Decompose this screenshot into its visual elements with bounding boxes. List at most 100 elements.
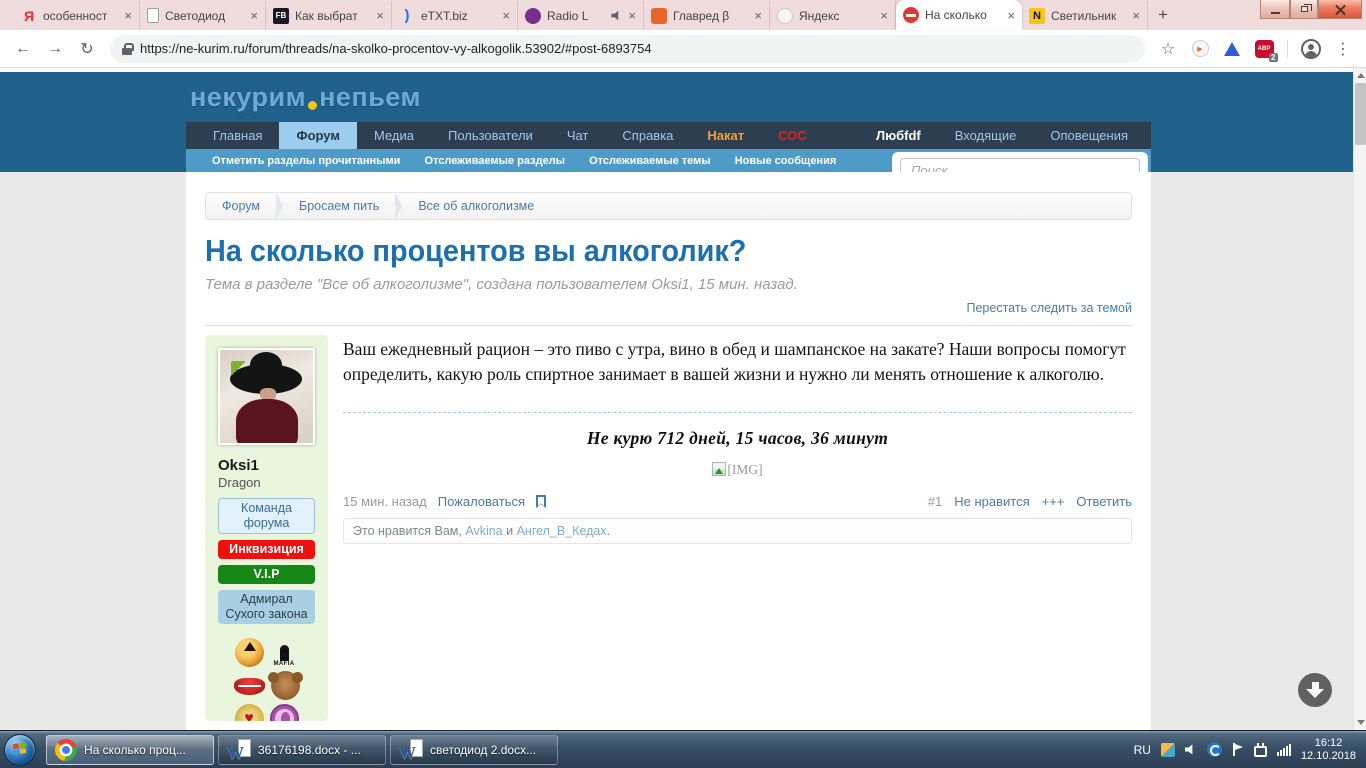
taskbar-word-button-2[interactable]: W светодиод 2.docx... [390, 734, 558, 765]
extension-adblock-icon[interactable]: ABP 2 [1249, 34, 1279, 64]
tab-audio-speaker-icon[interactable] [611, 10, 619, 21]
nav-item-spravka[interactable]: Справка [605, 122, 690, 149]
subnav-mark-read[interactable]: Отметить разделы прочитанными [200, 155, 412, 167]
user-avatar[interactable] [218, 348, 315, 445]
volume-icon[interactable] [1184, 744, 1193, 755]
post-number[interactable]: #1 [928, 494, 942, 509]
page-scrollbar[interactable] [1353, 68, 1366, 730]
nav-item-vhodyashchie[interactable]: Входящие [938, 122, 1034, 149]
bookmark-icon[interactable] [536, 495, 547, 509]
nav-item-chat[interactable]: Чат [550, 122, 606, 149]
back-button[interactable]: ← [8, 34, 38, 64]
mafia-label: MAFIA [273, 661, 295, 667]
tab-svetilnik[interactable]: N Светильник × [1022, 1, 1148, 30]
tab-ne-kurim-active[interactable]: На сколько × [896, 0, 1022, 30]
nav-item-nakat[interactable]: Накат [690, 122, 761, 149]
nav-item-opoveshcheniya[interactable]: Оповещения [1033, 122, 1145, 149]
nav-item-sos[interactable]: СОС [761, 122, 824, 149]
extension-triangle-icon[interactable] [1217, 34, 1247, 64]
post-main: Ваш ежедневный рацион – это пиво с утра,… [343, 335, 1132, 721]
taskbar-word-button-1[interactable]: W 36176198.docx - ... [218, 734, 386, 765]
taskbar-clock[interactable]: 16:12 12.10.2018 [1301, 737, 1356, 763]
scrollbar-thumb[interactable] [1355, 83, 1366, 145]
plus-link[interactable]: +++ [1042, 494, 1065, 509]
liker-link-avkina[interactable]: Avkina [465, 524, 502, 538]
bookmark-star-icon[interactable]: ☆ [1153, 34, 1183, 64]
tab-kak-vybrat[interactable]: FB Как выбрат × [266, 1, 392, 30]
tab-glavred[interactable]: Главред β × [644, 1, 770, 30]
scrollbar-down-arrow[interactable] [1354, 716, 1366, 729]
toolbar-separator [1287, 39, 1288, 58]
language-indicator[interactable]: RU [1134, 743, 1151, 757]
nav-item-media[interactable]: Медиа [357, 122, 431, 149]
profile-button[interactable] [1296, 34, 1326, 64]
network-signal-icon[interactable] [1276, 743, 1291, 756]
yandex-favicon: Я [23, 7, 35, 24]
tab-title: особенност [43, 8, 108, 23]
subnav-watched-forums[interactable]: Отслеживаемые разделы [412, 155, 577, 167]
power-plug-icon[interactable] [1253, 742, 1267, 757]
tab-close-icon[interactable]: × [880, 9, 888, 22]
https-lock-icon[interactable] [122, 42, 134, 55]
tray-app-icon[interactable] [1160, 742, 1175, 757]
new-tab-button[interactable]: + [1148, 2, 1178, 28]
tab-title: Radio L [547, 8, 589, 23]
liker-link-angel[interactable]: Ангел_В_Кедах [517, 524, 607, 538]
blank-favicon [777, 7, 793, 24]
tab-close-icon[interactable]: × [754, 9, 762, 22]
restore-button[interactable] [1290, 0, 1318, 19]
tab-title: На сколько [925, 8, 987, 22]
down-arrow-icon [1306, 689, 1324, 698]
tab-yandex-article[interactable]: Я особенност × [14, 1, 140, 30]
dislike-link[interactable]: Не нравится [954, 494, 1029, 509]
taskbar-chrome-button[interactable]: На сколько проц... [46, 734, 214, 765]
tab-title: Светодиод [165, 8, 226, 23]
extension-rds-icon[interactable]: ▶ [1185, 34, 1215, 64]
breadcrumb-forum[interactable]: Форум [206, 199, 276, 213]
author-award-icons: MAFIA ♥ [218, 638, 315, 721]
tab-close-icon[interactable]: × [628, 9, 636, 22]
nav-item-polzovateli[interactable]: Пользователи [431, 122, 550, 149]
word-letter: W [399, 743, 416, 761]
breadcrumb-brosaem-pit[interactable]: Бросаем пить [283, 199, 395, 213]
screen: Я особенност × Светодиод × FB Как выбрат… [0, 0, 1366, 768]
post-timestamp[interactable]: 15 мин. назад [343, 494, 427, 509]
nav-item-forum[interactable]: Форум [279, 122, 357, 149]
img-placeholder-text: [IMG] [727, 462, 763, 478]
tab-svetodiod[interactable]: Светодиод × [140, 1, 266, 30]
subnav-new-posts[interactable]: Новые сообщения [723, 155, 849, 167]
tray-e-icon[interactable] [1206, 742, 1222, 757]
likes-suffix: . [606, 524, 611, 539]
nav-username[interactable]: Любfdf [859, 122, 938, 149]
action-center-flag-icon[interactable] [1232, 743, 1244, 756]
browser-menu-button[interactable]: ⋮ [1328, 34, 1358, 64]
forward-button[interactable]: → [40, 34, 70, 64]
reply-link[interactable]: Ответить [1076, 494, 1132, 509]
unwatch-thread-link[interactable]: Перестать следить за темой [967, 301, 1133, 315]
minimize-button[interactable] [1260, 0, 1290, 19]
tab-title: Светильник [1051, 8, 1117, 23]
tab-etxt[interactable]: ) eTXT.biz × [392, 1, 518, 30]
start-button[interactable] [4, 733, 36, 766]
tab-yandex[interactable]: Яндекс × [770, 1, 896, 30]
tab-close-icon[interactable]: × [1132, 9, 1140, 22]
report-link[interactable]: Пожаловаться [438, 494, 525, 509]
tab-close-icon[interactable]: × [124, 9, 132, 22]
scrollbar-up-arrow[interactable] [1354, 69, 1366, 82]
breadcrumb-vse-ob-alkogolizme[interactable]: Все об алкоголизме [402, 199, 550, 213]
tab-close-icon[interactable]: × [376, 9, 384, 22]
close-window-button[interactable] [1318, 0, 1362, 19]
site-logo[interactable]: некурим непьем [190, 82, 421, 113]
tab-close-icon[interactable]: × [250, 9, 258, 22]
scroll-to-bottom-button[interactable] [1298, 673, 1332, 707]
url-text[interactable]: https://ne-kurim.ru/forum/threads/na-sko… [140, 41, 652, 56]
reload-button[interactable]: ↻ [72, 34, 102, 64]
tab-radio[interactable]: Radio L × [518, 1, 644, 30]
author-username[interactable]: Oksi1 [218, 457, 315, 474]
tab-close-icon[interactable]: × [502, 9, 510, 22]
nav-item-glavnaya[interactable]: Главная [196, 122, 279, 149]
subnav-watched-threads[interactable]: Отслеживаемые темы [577, 155, 723, 167]
address-bar[interactable]: https://ne-kurim.ru/forum/threads/na-sko… [110, 34, 1145, 63]
tab-close-icon[interactable]: × [1007, 9, 1015, 22]
profile-avatar-icon [1301, 38, 1321, 59]
